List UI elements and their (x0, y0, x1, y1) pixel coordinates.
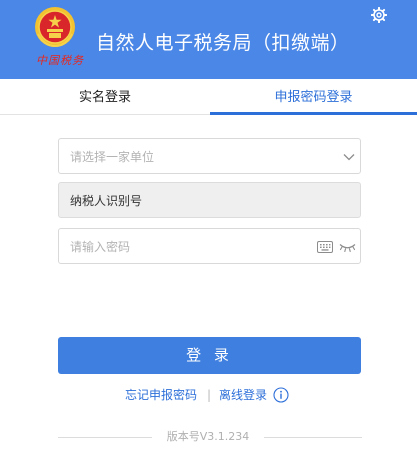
unit-select-placeholder: 请选择一家单位 (70, 150, 155, 164)
password-placeholder: 请输入密码 (70, 240, 131, 254)
info-icon[interactable] (273, 387, 289, 403)
auxiliary-links: 忘记申报密码 | 离线登录 (0, 385, 417, 405)
tab-real-name-login[interactable]: 实名登录 (0, 79, 210, 115)
unit-select[interactable]: 请选择一家单位 (58, 138, 361, 174)
header-banner: 中国税务 自然人电子税务局（扣缴端） (0, 0, 417, 79)
tab-divider (0, 114, 210, 115)
app-title: 自然人电子税务局（扣缴端） (96, 32, 350, 54)
link-separator: | (207, 388, 212, 402)
login-tabs: 实名登录 申报密码登录 (0, 79, 417, 115)
taxpayer-id-field[interactable]: 纳税人识别号 (58, 182, 361, 218)
version-divider-left (58, 437, 152, 438)
chevron-down-icon[interactable] (342, 150, 356, 164)
national-emblem-icon (35, 7, 75, 48)
offline-login-link[interactable]: 离线登录 (219, 385, 267, 405)
version-divider-right (264, 437, 362, 438)
tab-declaration-password-login[interactable]: 申报密码登录 (210, 79, 417, 115)
forgot-password-link[interactable]: 忘记申报密码 (125, 385, 197, 405)
version-label: 版本号V3.1.234 (166, 430, 250, 443)
login-window: 中国税务 自然人电子税务局（扣缴端） 实名登录 申报密码登录 请选择一家单位 纳… (0, 0, 417, 459)
eye-closed-icon[interactable] (339, 241, 356, 253)
active-tab-indicator (210, 112, 417, 115)
taxpayer-id-value: 纳税人识别号 (70, 194, 143, 208)
login-button[interactable]: 登 录 (58, 337, 361, 374)
password-field[interactable]: 请输入密码 (58, 228, 361, 264)
gear-icon[interactable] (371, 7, 387, 23)
logo-text: 中国税务 (36, 54, 84, 67)
keyboard-icon[interactable] (317, 241, 333, 253)
